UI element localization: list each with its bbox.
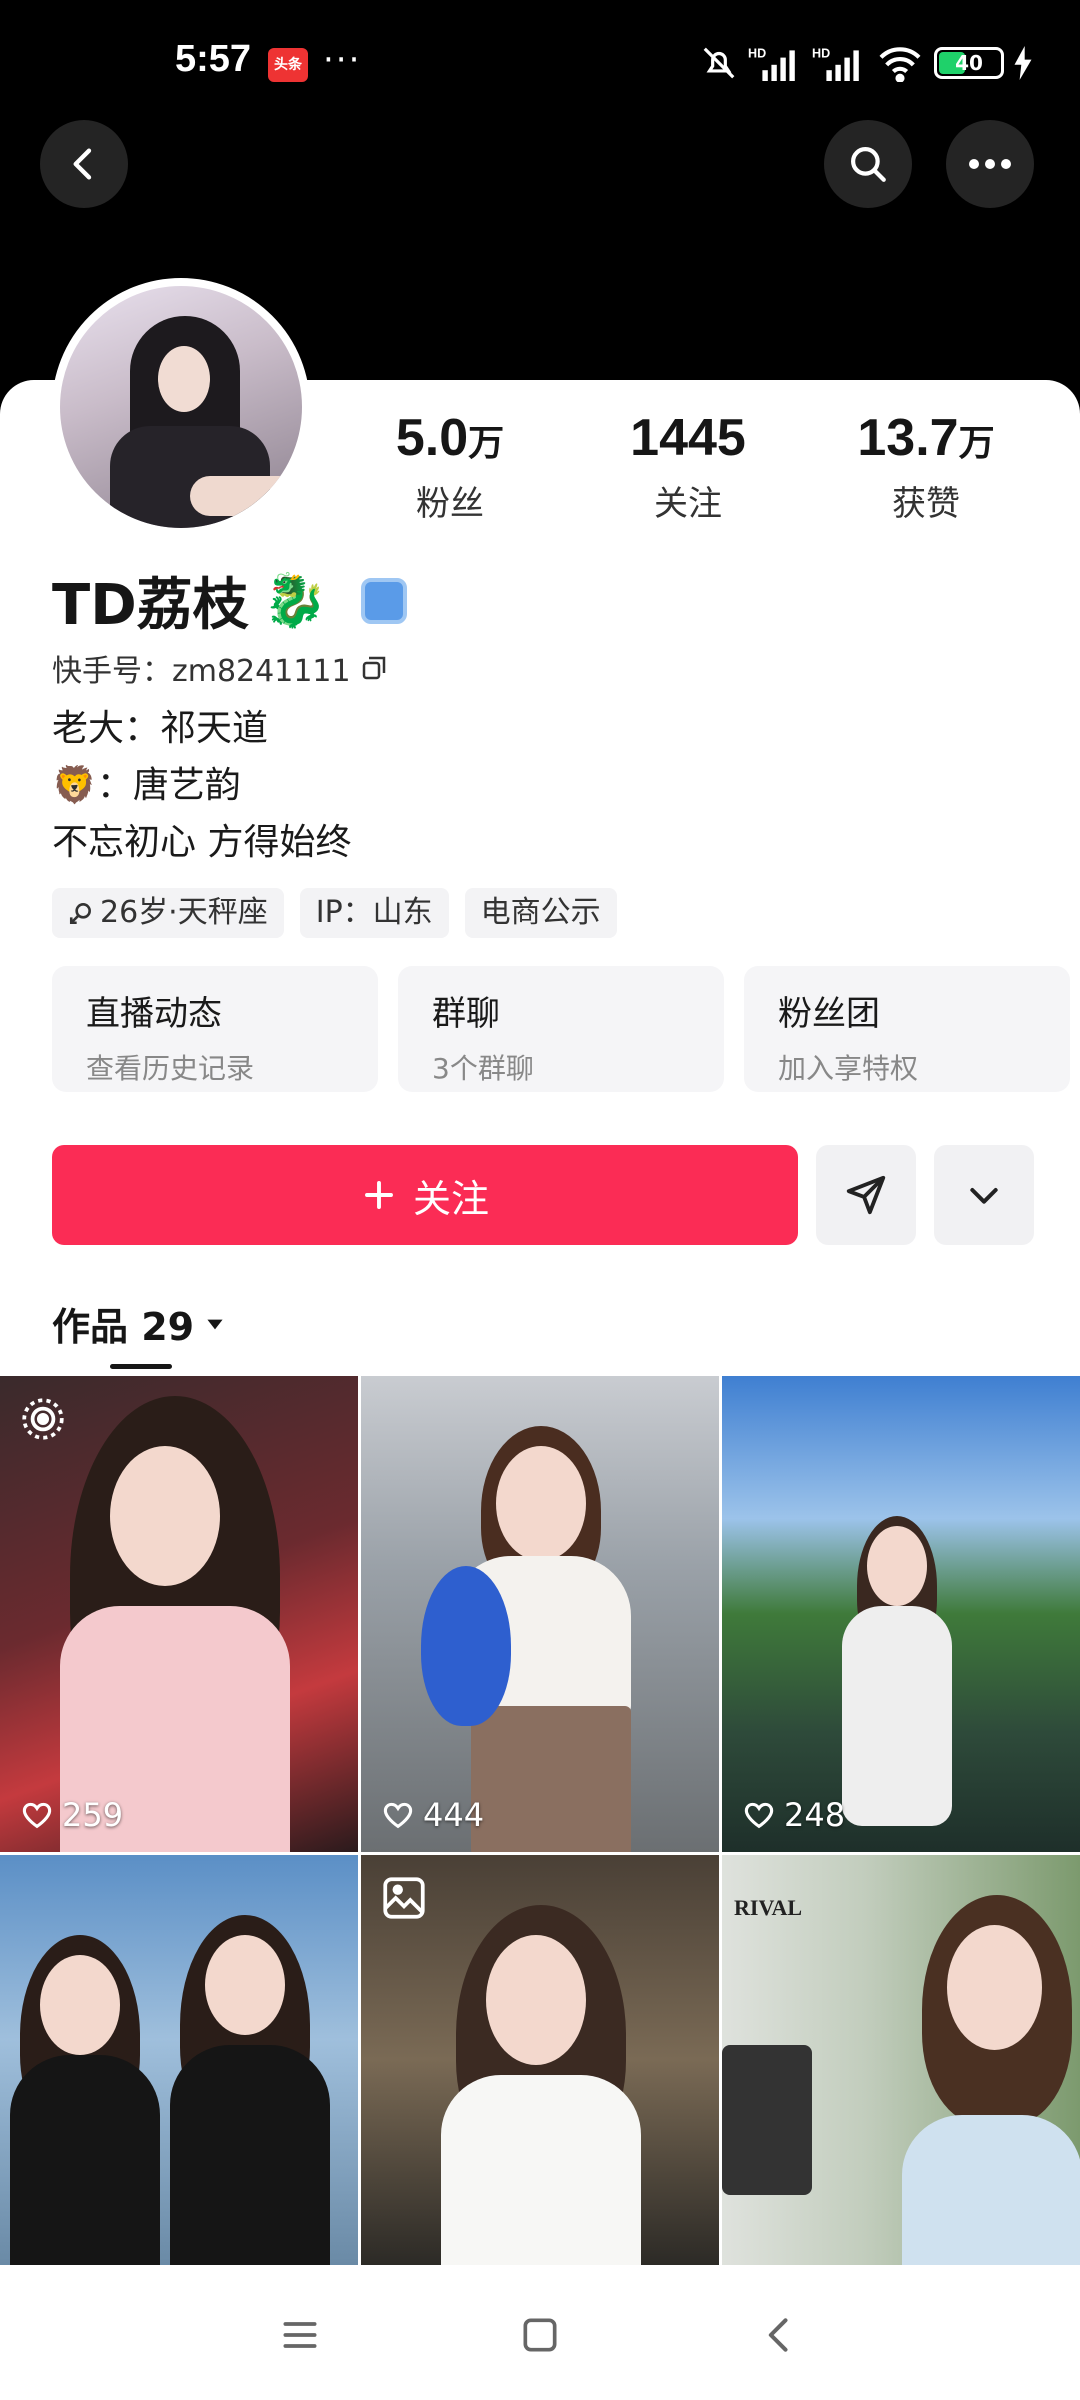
tag-age: 26岁·天秤座 [52, 888, 284, 938]
card-fan-club[interactable]: 粉丝团 加入享特权 [744, 966, 1070, 1092]
bio-line-2: 🦁：唐艺韵 [52, 765, 241, 806]
profile-name: TD荔枝 [52, 573, 249, 638]
work-thumb-5[interactable] [361, 1855, 719, 2265]
follow-button[interactable]: 关注 [52, 1145, 798, 1245]
work-likes-2-count: 444 [423, 1796, 485, 1834]
work-thumb-1[interactable]: 259 [0, 1376, 358, 1852]
heart-icon [744, 1802, 774, 1829]
stat-fans-label: 粉丝 [416, 484, 484, 524]
tag-ip: IP：山东 [299, 888, 449, 938]
stat-likes-label: 获赞 [892, 484, 960, 524]
back-button[interactable] [40, 120, 128, 208]
menu-icon[interactable] [278, 2313, 322, 2357]
tab-works[interactable]: 作品 29 [52, 1296, 228, 1351]
work-likes-2: 444 [381, 1796, 484, 1834]
works-grid: 259 444 248 RIVAL [0, 1376, 1080, 2265]
search-button[interactable] [824, 120, 912, 208]
stat-following-label: 关注 [654, 484, 722, 524]
dragon-emoji: 🐉 [262, 571, 328, 631]
battery-level: 40 [955, 51, 983, 75]
expand-button[interactable] [934, 1145, 1034, 1245]
message-button[interactable] [816, 1145, 916, 1245]
card-live-title: 直播动态 [86, 994, 222, 1034]
charging-icon [1014, 46, 1032, 80]
status-icons: HD HD 40 [700, 44, 1032, 82]
stat-fans-value: 5.0 [395, 409, 469, 467]
notification-more-icon: ··· [323, 40, 362, 80]
signal-icon-2: HD [812, 47, 859, 81]
action-row: 关注 [52, 1145, 1034, 1245]
stat-fans-unit: 万 [468, 422, 505, 463]
tag-ip-label: IP：山东 [315, 895, 433, 930]
card-live[interactable]: 直播动态 查看历史记录 [52, 966, 378, 1092]
works-label: 作品 29 [52, 1305, 195, 1349]
stat-likes-value: 13.7 [857, 409, 959, 467]
tab-underline [110, 1364, 172, 1369]
level-badge-icon[interactable] [361, 577, 408, 624]
card-group-title: 群聊 [432, 994, 500, 1034]
image-post-icon [383, 1877, 425, 1919]
card-live-sub: 查看历史记录 [86, 1052, 255, 1085]
card-group-chat[interactable]: 群聊 3个群聊 [398, 966, 724, 1092]
work-likes-1-count: 259 [62, 1796, 124, 1834]
signal-icon-1: HD [748, 47, 795, 81]
plus-icon [365, 1181, 393, 1209]
profile-tags: 26岁·天秤座 IP：山东 电商公示 [52, 888, 617, 938]
work-likes-1: 259 [20, 1796, 123, 1834]
work-thumb-2[interactable]: 444 [361, 1376, 719, 1852]
bio-line-1: 老大：祁天道 [52, 708, 269, 749]
work-likes-3-count: 248 [784, 1796, 846, 1834]
status-time: 5:57 [175, 38, 252, 80]
svg-text:HD: HD [748, 47, 766, 61]
card-fan-title: 粉丝团 [778, 994, 880, 1034]
card-group-sub: 3个群聊 [432, 1052, 534, 1085]
work-thumb-3[interactable]: 248 [722, 1376, 1080, 1852]
name-row: TD荔枝 🐉 [52, 560, 408, 641]
battery-icon: 40 [934, 47, 1004, 79]
home-icon[interactable] [518, 2313, 562, 2357]
copy-icon[interactable] [359, 653, 389, 683]
bio: 老大：祁天道 🦁：唐艺韵 不忘初心 方得始终 [52, 700, 351, 871]
more-button[interactable] [946, 120, 1034, 208]
live-photo-icon [22, 1398, 64, 1440]
chevron-down-icon [970, 1188, 998, 1204]
back-nav-icon[interactable] [758, 2313, 802, 2357]
heart-icon [383, 1802, 413, 1829]
feature-cards: 直播动态 查看历史记录 群聊 3个群聊 粉丝团 加入享特权 [52, 966, 1070, 1092]
avatar[interactable] [52, 278, 310, 536]
send-icon [846, 1175, 886, 1215]
caret-down-icon [207, 1319, 223, 1329]
system-nav-bar [0, 2270, 1080, 2400]
bio-line-3: 不忘初心 方得始终 [52, 822, 352, 863]
tag-ecommerce[interactable]: 电商公示 [464, 888, 617, 938]
card-fan-sub: 加入享特权 [778, 1052, 919, 1085]
heart-icon [22, 1802, 52, 1829]
tag-ecommerce-label: 电商公示 [480, 895, 601, 930]
stat-likes-unit: 万 [958, 422, 995, 463]
work-thumb-6[interactable]: RIVAL [722, 1855, 1080, 2265]
female-icon [69, 903, 91, 925]
work-thumb-4[interactable] [0, 1855, 358, 2265]
search-icon [851, 147, 886, 182]
status-bar: 5:57 头条 ··· HD HD 40 [0, 0, 1080, 120]
svg-text:HD: HD [812, 47, 830, 61]
back-arrow-icon [73, 148, 92, 180]
thumb-overlay-text: RIVAL [734, 1895, 803, 1920]
follow-label: 关注 [412, 1176, 489, 1221]
wifi-icon [879, 47, 921, 82]
stat-following[interactable]: 1445 关注 [588, 408, 788, 525]
stat-following-value: 1445 [630, 409, 746, 467]
uid-text: 快手号：zm8241111 [52, 654, 351, 689]
work-likes-3: 248 [742, 1796, 845, 1834]
tag-age-label: 26岁·天秤座 [100, 895, 268, 930]
toutiao-app-icon: 头条 [268, 48, 308, 82]
stat-fans[interactable]: 5.0万 粉丝 [350, 408, 550, 525]
mute-icon [703, 47, 735, 79]
stat-likes[interactable]: 13.7万 获赞 [826, 408, 1026, 525]
uid-row: 快手号：zm8241111 [52, 646, 389, 690]
more-dots-icon [969, 159, 1011, 169]
